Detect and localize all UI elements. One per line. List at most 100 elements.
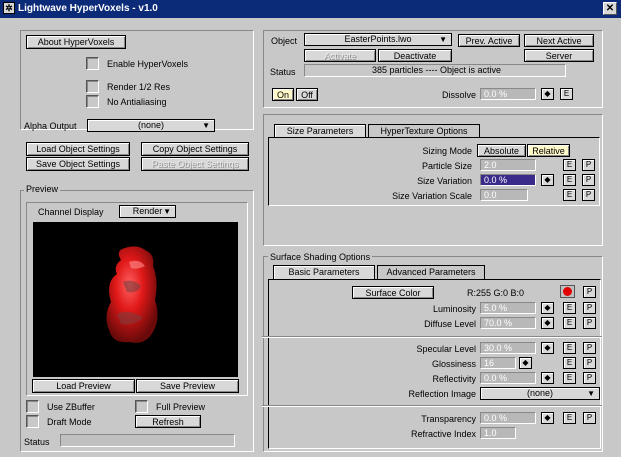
- specular-texture-button[interactable]: P: [583, 342, 596, 354]
- about-button[interactable]: About HyperVoxels: [26, 35, 126, 49]
- tab-size-parameters[interactable]: Size Parameters: [274, 124, 366, 138]
- reflection-image-dropdown[interactable]: (none) ▼: [480, 387, 600, 400]
- draft-mode-checkbox[interactable]: [26, 415, 39, 428]
- size-variation-label: Size Variation: [417, 176, 472, 186]
- prev-active-button[interactable]: Prev. Active: [458, 34, 520, 47]
- server-button[interactable]: Server: [524, 49, 594, 62]
- glossiness-envelope-button[interactable]: E: [563, 357, 576, 369]
- title-bar: ✲ Lightwave HyperVoxels - v1.0 ✕: [0, 0, 621, 18]
- luminosity-texture-button[interactable]: P: [583, 302, 596, 314]
- diffuse-texture-button[interactable]: P: [583, 317, 596, 329]
- refresh-button[interactable]: Refresh: [135, 415, 201, 428]
- specular-envelope-button[interactable]: E: [563, 342, 576, 354]
- render-half-res-checkbox[interactable]: [86, 80, 99, 93]
- full-preview-checkbox[interactable]: [135, 400, 148, 413]
- luminosity-field[interactable]: 5.0 %: [480, 302, 536, 314]
- copy-object-settings-button[interactable]: Copy Object Settings: [141, 142, 249, 156]
- reflectivity-arrows-icon[interactable]: ◆: [541, 372, 554, 384]
- size-variation-envelope-button[interactable]: E: [563, 174, 576, 186]
- draft-mode-label: Draft Mode: [47, 417, 92, 427]
- luminosity-arrows-icon[interactable]: ◆: [541, 302, 554, 314]
- use-zbuffer-checkbox[interactable]: [26, 400, 39, 413]
- divider: [262, 336, 602, 338]
- reflectivity-field[interactable]: 0.0 %: [480, 372, 536, 384]
- alpha-output-label: Alpha Output: [24, 121, 77, 131]
- surface-color-texture-button[interactable]: P: [583, 286, 596, 298]
- no-antialiasing-checkbox[interactable]: [86, 95, 99, 108]
- reflectivity-texture-button[interactable]: P: [583, 372, 596, 384]
- save-preview-button[interactable]: Save Preview: [136, 379, 239, 393]
- load-object-settings-button[interactable]: Load Object Settings: [26, 142, 130, 156]
- size-variation-scale-label: Size Variation Scale: [392, 191, 472, 201]
- diffuse-arrows-icon[interactable]: ◆: [541, 317, 554, 329]
- specular-field[interactable]: 30.0 %: [480, 342, 536, 354]
- on-button[interactable]: On: [272, 88, 294, 101]
- render-half-res-label: Render 1/2 Res: [107, 82, 171, 92]
- channel-display-value: Render: [132, 206, 163, 216]
- particle-size-envelope-button[interactable]: E: [563, 159, 576, 171]
- off-button[interactable]: Off: [296, 88, 318, 101]
- dissolve-label: Dissolve: [441, 90, 476, 100]
- object-value: EasterPoints.lwo: [344, 34, 412, 44]
- tab-hypertexture-options[interactable]: HyperTexture Options: [368, 124, 480, 138]
- diffuse-field[interactable]: 70.0 %: [480, 317, 536, 329]
- specular-arrows-icon[interactable]: ◆: [541, 342, 554, 354]
- glossiness-texture-button[interactable]: P: [583, 357, 596, 369]
- diffuse-label: Diffuse Level: [424, 319, 476, 329]
- full-preview-label: Full Preview: [156, 402, 206, 412]
- alpha-output-dropdown[interactable]: (none) ▼: [87, 119, 215, 132]
- app-icon: ✲: [3, 2, 15, 14]
- next-active-button[interactable]: Next Active: [524, 34, 594, 47]
- absolute-button[interactable]: Absolute: [477, 144, 526, 157]
- object-dropdown[interactable]: EasterPoints.lwo ▼: [304, 33, 452, 46]
- surface-color-swatch[interactable]: [560, 285, 575, 298]
- glossiness-arrows-icon[interactable]: ◆: [519, 357, 532, 369]
- alpha-output-value: (none): [137, 120, 164, 130]
- reflectivity-envelope-button[interactable]: E: [563, 372, 576, 384]
- hypervoxel-blob-preview: [106, 246, 158, 343]
- diffuse-envelope-button[interactable]: E: [563, 317, 576, 329]
- enable-hypervoxels-checkbox[interactable]: [86, 57, 99, 70]
- dissolve-envelope-button[interactable]: E: [560, 88, 573, 100]
- color-dot-icon: [563, 287, 572, 296]
- specular-label: Specular Level: [416, 344, 476, 354]
- transparency-arrows-icon[interactable]: ◆: [541, 412, 554, 424]
- save-object-settings-button[interactable]: Save Object Settings: [26, 157, 130, 171]
- channel-display-dropdown[interactable]: Render ▼: [119, 205, 176, 218]
- surface-color-button[interactable]: Surface Color: [352, 286, 434, 299]
- object-label: Object: [271, 36, 298, 46]
- reflectivity-label: Reflectivity: [432, 374, 476, 384]
- relative-button[interactable]: Relative: [527, 144, 570, 157]
- surface-shading-label: Surface Shading Options: [268, 251, 373, 263]
- chevron-down-icon: ▼: [202, 121, 210, 130]
- tab-advanced-parameters[interactable]: Advanced Parameters: [377, 265, 485, 279]
- luminosity-envelope-button[interactable]: E: [563, 302, 576, 314]
- tab-basic-parameters[interactable]: Basic Parameters: [273, 265, 375, 279]
- particle-size-field[interactable]: 2.0: [480, 159, 536, 171]
- window-title: Lightwave HyperVoxels - v1.0: [18, 3, 158, 14]
- transparency-label: Transparency: [421, 414, 476, 424]
- load-preview-button[interactable]: Load Preview: [32, 379, 135, 393]
- size-variation-scale-field[interactable]: 0.0: [480, 189, 528, 201]
- deactivate-button[interactable]: Deactivate: [378, 49, 452, 62]
- size-variation-scale-envelope-button[interactable]: E: [563, 189, 576, 201]
- size-variation-arrows-icon[interactable]: ◆: [541, 174, 554, 186]
- preview-status-label: Status: [24, 437, 50, 447]
- chevron-down-icon: ▼: [587, 389, 595, 398]
- activate-button[interactable]: Activate: [304, 49, 376, 62]
- channel-display-label: Channel Display: [38, 207, 104, 217]
- transparency-texture-button[interactable]: P: [583, 412, 596, 424]
- glossiness-field[interactable]: 16: [480, 357, 516, 369]
- transparency-field[interactable]: 0.0 %: [480, 412, 536, 424]
- dissolve-arrows-icon[interactable]: ◆: [541, 88, 554, 100]
- size-variation-scale-texture-button[interactable]: P: [582, 189, 595, 201]
- size-variation-texture-button[interactable]: P: [582, 174, 595, 186]
- size-variation-field[interactable]: 0.0 %: [480, 174, 536, 186]
- dissolve-field[interactable]: 0.0 %: [480, 88, 536, 100]
- transparency-envelope-button[interactable]: E: [563, 412, 576, 424]
- preview-render-area: [33, 222, 238, 377]
- close-button[interactable]: ✕: [603, 2, 617, 15]
- paste-object-settings-button[interactable]: Paste Object Settings: [141, 157, 249, 171]
- refractive-index-field[interactable]: 1.0: [480, 427, 516, 439]
- particle-size-texture-button[interactable]: P: [582, 159, 595, 171]
